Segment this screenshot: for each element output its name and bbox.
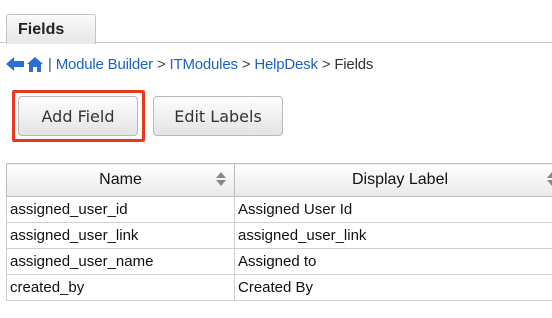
- display-label-cell: Created By: [234, 274, 552, 301]
- breadcrumb-current: Fields: [334, 55, 374, 73]
- display-label-cell: Assigned User Id: [234, 196, 552, 223]
- column-header-label: Display Label: [351, 171, 449, 188]
- field-name-cell[interactable]: created_by: [6, 274, 235, 301]
- field-name-cell[interactable]: assigned_user_name: [6, 248, 235, 275]
- add-field-button[interactable]: Add Field: [18, 96, 138, 136]
- tab-fields[interactable]: Fields: [6, 14, 96, 44]
- table-row[interactable]: created_by Created By: [6, 274, 552, 301]
- tab-divider: [7, 41, 95, 43]
- table-row[interactable]: assigned_user_name Assigned to: [6, 248, 552, 275]
- column-header-label: Name: [99, 171, 142, 188]
- display-label-cell: Assigned to: [234, 248, 552, 275]
- breadcrumb-itmodules[interactable]: ITModules: [170, 56, 238, 73]
- sort-icon[interactable]: [216, 172, 226, 186]
- breadcrumb-pipe: |: [48, 55, 52, 73]
- table-header-row: Name Display Label: [6, 163, 552, 197]
- breadcrumb-module-builder[interactable]: Module Builder: [56, 56, 153, 73]
- fields-table: Name Display Label assigned_user_id Assi…: [6, 163, 552, 301]
- sort-icon[interactable]: [547, 172, 552, 186]
- breadcrumb-helpdesk[interactable]: HelpDesk: [254, 56, 318, 73]
- home-icon[interactable]: [26, 56, 44, 73]
- field-name-cell[interactable]: assigned_user_link: [6, 222, 235, 249]
- breadcrumb-separator: >: [241, 55, 251, 73]
- display-label-cell: assigned_user_link: [234, 222, 552, 249]
- tab-bar: Fields: [0, 0, 552, 44]
- breadcrumb-separator: >: [156, 55, 166, 73]
- field-name-cell[interactable]: assigned_user_id: [6, 196, 235, 223]
- table-row[interactable]: assigned_user_id Assigned User Id: [6, 196, 552, 223]
- column-header-display-label[interactable]: Display Label: [234, 163, 552, 197]
- column-header-name[interactable]: Name: [6, 163, 235, 197]
- table-row[interactable]: assigned_user_link assigned_user_link: [6, 222, 552, 249]
- breadcrumb-separator: >: [321, 55, 331, 73]
- edit-labels-button[interactable]: Edit Labels: [153, 96, 283, 136]
- back-arrow-icon[interactable]: [5, 56, 25, 72]
- breadcrumb: | Module Builder > ITModules > HelpDesk …: [5, 50, 373, 78]
